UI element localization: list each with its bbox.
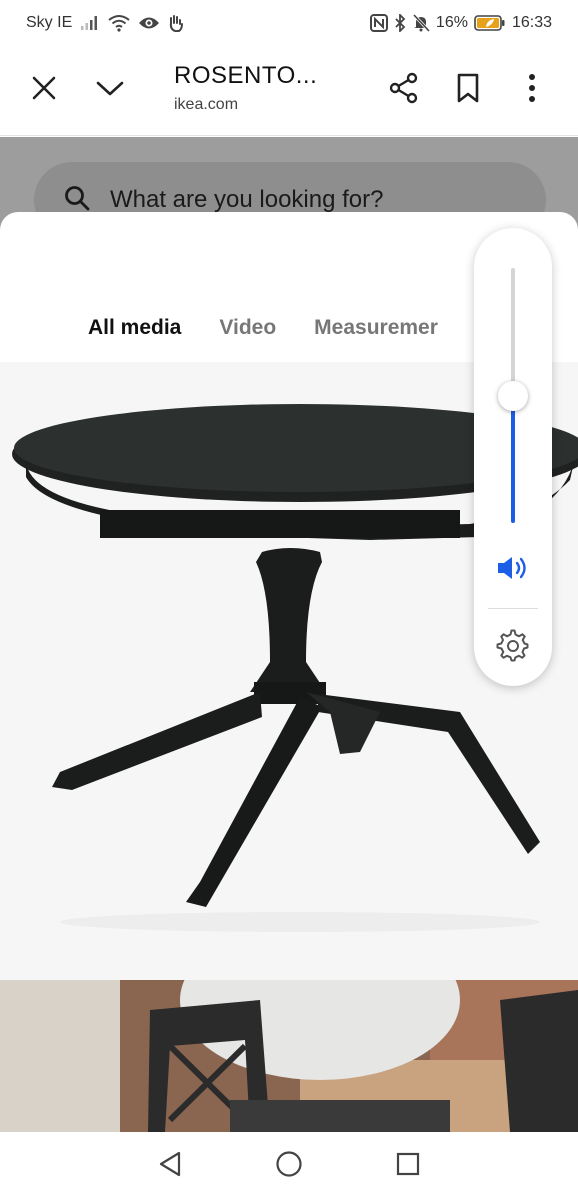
hand-icon: [168, 14, 184, 32]
page-title: ROSENTO...: [174, 62, 318, 89]
home-icon: [275, 1150, 303, 1183]
browser-header: ROSENTO... ikea.com: [0, 46, 578, 136]
tab-measurements[interactable]: Measuremer: [314, 316, 438, 340]
share-button[interactable]: [382, 68, 426, 112]
clock: 16:33: [511, 14, 552, 31]
home-button[interactable]: [269, 1146, 309, 1186]
more-options-button[interactable]: [510, 68, 554, 112]
search-placeholder: What are you looking for?: [110, 186, 384, 213]
tab-all-media[interactable]: All media: [88, 316, 181, 340]
more-vert-icon: [527, 73, 537, 108]
volume-panel: [474, 228, 552, 686]
carrier-label: Sky IE: [26, 14, 73, 31]
battery-percent: 16%: [435, 14, 468, 31]
divider: [488, 608, 538, 609]
bluetooth-icon: [394, 14, 406, 32]
close-icon: [31, 75, 57, 106]
volume-fill: [511, 395, 515, 523]
volume-knob[interactable]: [498, 380, 528, 411]
status-bar: Sky IE 16% 16:33: [0, 0, 578, 46]
back-button[interactable]: [150, 1146, 190, 1186]
tab-video[interactable]: Video: [219, 316, 276, 340]
bookmark-icon: [456, 73, 480, 108]
title-block[interactable]: ROSENTO... ikea.com: [174, 62, 317, 114]
bookmark-button[interactable]: [446, 68, 490, 112]
system-nav-bar: [0, 1132, 578, 1200]
back-icon: [157, 1150, 183, 1183]
mute-toggle-button[interactable]: [493, 550, 533, 590]
close-tab-button[interactable]: [22, 68, 66, 112]
sound-settings-button[interactable]: [493, 628, 533, 668]
search-icon: [64, 185, 90, 216]
battery-icon: [474, 14, 506, 32]
lifestyle-photo[interactable]: [0, 980, 578, 1132]
nfc-icon: [369, 14, 388, 32]
chevron-down-icon: [95, 78, 125, 103]
signal-icon: [80, 15, 100, 31]
wifi-icon: [108, 14, 130, 32]
gear-icon: [496, 629, 530, 668]
speaker-icon: [496, 555, 530, 586]
volume-slider[interactable]: [498, 268, 528, 523]
recents-icon: [395, 1151, 421, 1182]
minimize-button[interactable]: [88, 68, 132, 112]
media-tabs: All media Video Measuremer: [88, 316, 438, 340]
eye-icon: [138, 15, 160, 31]
share-icon: [388, 72, 420, 109]
recents-button[interactable]: [388, 1146, 428, 1186]
mute-icon: [412, 14, 430, 32]
page-url: ikea.com: [174, 96, 239, 113]
